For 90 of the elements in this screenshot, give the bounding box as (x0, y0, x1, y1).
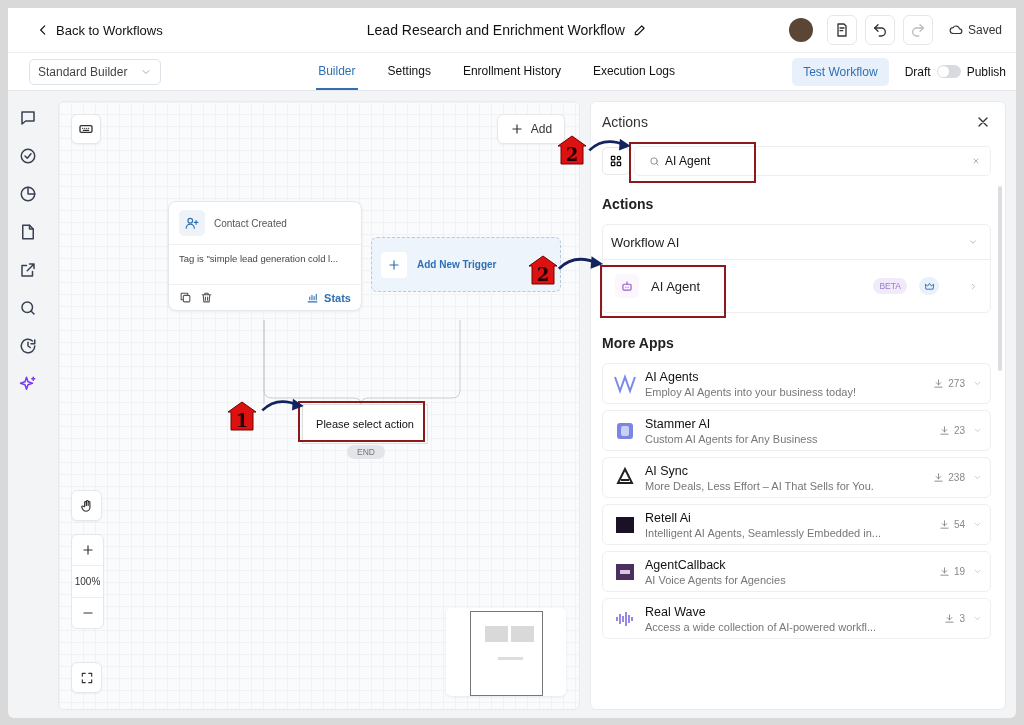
step-marker: 1 (227, 401, 257, 431)
panel-title: Actions (602, 114, 648, 130)
zoom-level: 100% (72, 565, 103, 598)
chevron-down-icon (973, 614, 982, 623)
plus-icon (509, 122, 524, 136)
tab[interactable]: Enrollment History (460, 53, 563, 90)
app-item[interactable]: AgentCallback AI Voice Agents for Agencies 19 (602, 551, 991, 592)
grid-icon (609, 154, 623, 168)
step-marker: 2 (528, 255, 558, 285)
keyboard-button[interactable] (71, 114, 101, 144)
app-item[interactable]: Real Wave Access a wide collection of AI-powered workfl... 3 (602, 598, 991, 639)
node-condition: Tag is "simple lead generation cold l... (169, 245, 361, 285)
fit-view-button[interactable] (71, 662, 102, 693)
chevron-down-icon (973, 567, 982, 576)
avatar[interactable] (788, 18, 813, 42)
copy-icon[interactable] (179, 291, 192, 304)
trash-icon[interactable] (200, 291, 213, 304)
history-icon (19, 337, 37, 355)
save-status: Saved (967, 23, 1002, 37)
step-marker: 2 (557, 135, 587, 165)
file-icon (19, 223, 37, 241)
pie-chart-icon (19, 185, 37, 203)
app-item[interactable]: AI Agents Employ AI Agents into your business today! 273 (602, 363, 991, 404)
check-circle-icon (19, 147, 37, 165)
node-title: Contact Created (214, 217, 287, 229)
back-link[interactable]: Back to Workflows (34, 20, 165, 40)
cloud-icon (948, 23, 963, 37)
download-icon (944, 613, 956, 624)
download-icon (938, 425, 950, 436)
download-icon (938, 519, 950, 530)
redo-icon (909, 22, 926, 38)
sidebar-item[interactable] (19, 337, 37, 355)
add-button[interactable]: Add (497, 114, 565, 144)
beta-badge: BETA (873, 278, 907, 294)
sidebar-item[interactable] (19, 109, 37, 127)
search-icon (649, 155, 660, 167)
plus-icon (387, 257, 401, 272)
chat-icon (19, 109, 37, 127)
sparkles-icon (19, 375, 37, 393)
download-icon (933, 472, 945, 483)
trigger-node[interactable]: Contact Created Tag is "simple lead generation cold l... Stats (168, 201, 362, 311)
minimap[interactable] (446, 608, 566, 696)
section-heading: More Apps (602, 335, 675, 351)
crown-drawing-icon (923, 280, 935, 292)
test-workflow-button[interactable]: Test Workflow (792, 57, 889, 86)
categories-button[interactable] (602, 147, 630, 175)
app-item[interactable]: Retell Ai Intelligent AI Agents, Seamlessly Embedded in... 54 (602, 504, 991, 545)
search-icon (19, 299, 37, 317)
sidebar-item[interactable] (19, 261, 37, 279)
sidebar-item[interactable] (19, 223, 37, 241)
tab[interactable]: Settings (385, 53, 433, 90)
chevron-down-icon (973, 379, 982, 388)
download-icon (933, 378, 945, 389)
chevron-down-icon (973, 520, 982, 529)
undo-icon (871, 22, 888, 38)
toggle-label: Publish (966, 64, 1006, 79)
sidebar-item[interactable] (19, 299, 37, 317)
pencil-icon[interactable] (632, 23, 647, 37)
chevron-down-icon (973, 426, 982, 435)
robot-face-icon (620, 279, 634, 293)
publish-toggle[interactable] (936, 65, 961, 78)
tab[interactable]: Execution Logs (590, 53, 677, 90)
app-item[interactable]: AI Sync More Deals, Less Effort – AI That Sells for You. 238 (602, 457, 991, 498)
tab[interactable]: Builder (316, 53, 358, 90)
chevron-down-icon (973, 473, 982, 482)
pan-button[interactable] (71, 490, 102, 521)
end-marker: END (347, 445, 385, 459)
stats-button[interactable]: Stats (306, 291, 351, 304)
sidebar-item[interactable] (19, 185, 37, 203)
group-title: Workflow AI (611, 234, 680, 250)
sidebar-item[interactable] (19, 375, 37, 393)
builder-dropdown[interactable]: Standard Builder (29, 58, 161, 85)
section-heading: Actions (602, 196, 655, 212)
search-field[interactable]: AI Agent (634, 146, 991, 176)
chevron-right-icon (969, 281, 978, 291)
bar-chart-icon (306, 291, 320, 304)
download-icon (938, 566, 950, 577)
hand-icon (79, 498, 94, 513)
action-item[interactable]: AI Agent BETA (603, 260, 990, 312)
external-link-icon (19, 261, 37, 279)
action-node[interactable]: Please select action (302, 404, 428, 444)
sidebar-item[interactable] (19, 147, 37, 165)
person-plus-icon (185, 216, 199, 230)
fit-screen-icon (79, 670, 94, 685)
notes-button[interactable] (826, 15, 857, 45)
undo-button[interactable] (864, 15, 895, 45)
toggle-label: Draft (904, 64, 931, 79)
app-item[interactable]: Stammer AI Custom AI Agents for Any Business 23 (602, 410, 991, 451)
plus-icon (80, 543, 95, 557)
workflow-title: Lead Research and Enrichment Workflow (366, 22, 625, 38)
